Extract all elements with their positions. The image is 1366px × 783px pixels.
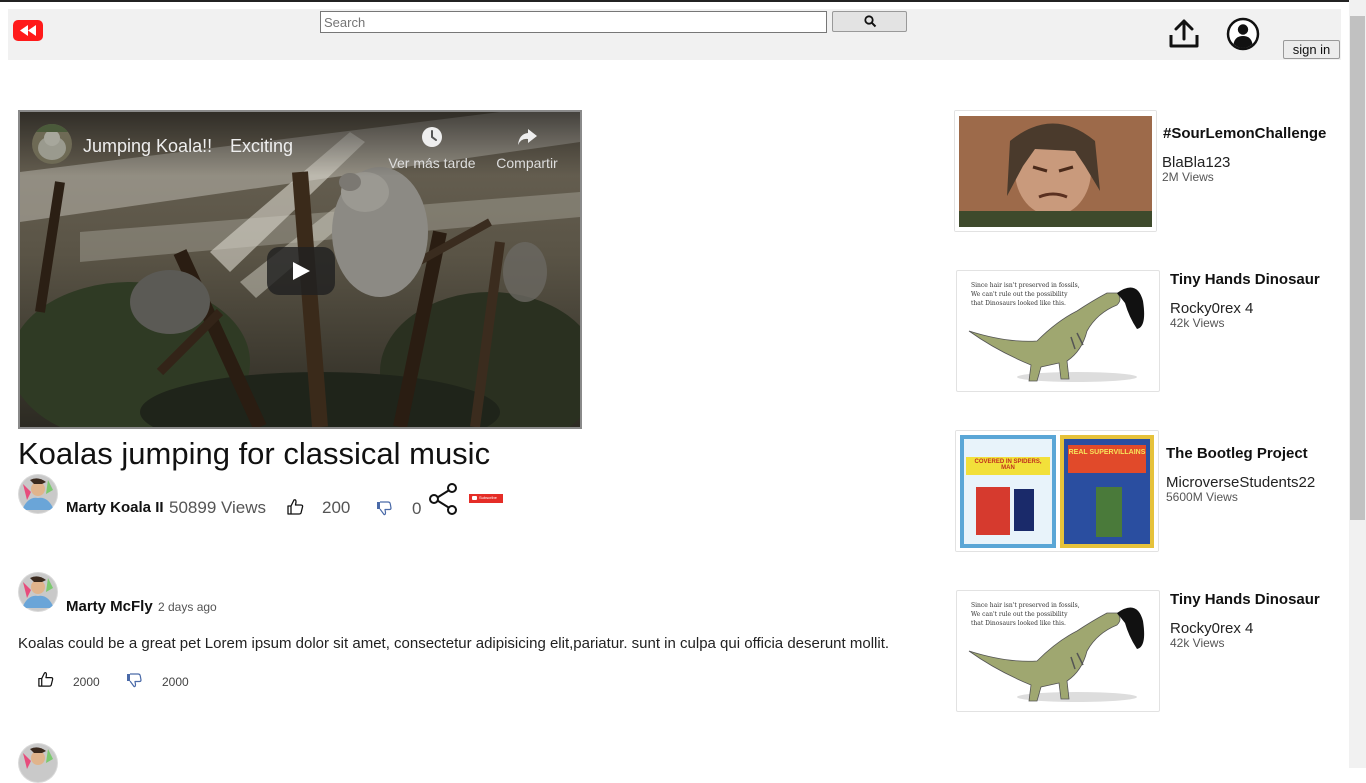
recommendation-thumbnail[interactable] <box>954 110 1157 232</box>
subscribe-button[interactable]: Subscribe <box>469 494 503 503</box>
upload-icon[interactable] <box>1168 18 1200 50</box>
toy-label-left: COVERED IN SPIDERS, MAN <box>974 459 1042 471</box>
clock-icon <box>422 127 442 147</box>
account-circle-icon[interactable] <box>1226 17 1260 51</box>
recommendation-channel[interactable]: MicroverseStudents22 <box>1166 474 1315 491</box>
recommendation-views: 5600M Views <box>1166 490 1238 504</box>
watch-later-button[interactable]: Ver más tarde <box>386 126 478 171</box>
thumbs-down-icon[interactable] <box>376 500 392 516</box>
dinosaur-caption: Since hair isn't preserved in fossils, W… <box>971 282 1080 307</box>
player-video-title[interactable]: Jumping Koala!! <box>83 136 212 157</box>
watch-later-label: Ver más tarde <box>388 155 476 171</box>
dislike-count: 0 <box>412 499 422 518</box>
window-top-border <box>0 0 1366 2</box>
owner-avatar[interactable] <box>18 474 58 514</box>
share-arrow-icon <box>518 129 537 145</box>
like-count: 200 <box>322 498 351 517</box>
video-player[interactable]: Jumping Koala!! Exciting Ver más tarde C… <box>18 110 582 429</box>
recommendation-title[interactable]: The Bootleg Project <box>1166 445 1308 462</box>
recommendation-title[interactable]: #SourLemonChallenge <box>1163 125 1326 142</box>
comment-timestamp: 2 days ago <box>158 600 217 614</box>
share-icon[interactable] <box>428 483 458 515</box>
recommendation-thumbnail[interactable]: Since hair isn't preserved in fossils, W… <box>956 270 1160 392</box>
player-video-title-continued[interactable]: Exciting <box>230 136 293 157</box>
player-channel-avatar[interactable] <box>32 124 72 164</box>
comment-like-count: 2000 <box>73 675 100 689</box>
youtube-icon <box>472 496 477 500</box>
toy-label-right: REAL SUPERVILLAINS <box>1068 449 1146 456</box>
sign-in-button[interactable]: sign in <box>1283 40 1340 59</box>
thumbs-up-icon[interactable] <box>286 498 304 516</box>
comment-author[interactable]: Marty McFly <box>66 598 153 615</box>
video-title: Koalas jumping for classical music <box>18 436 491 471</box>
recommendation-channel[interactable]: BlaBla123 <box>1162 154 1230 171</box>
recommendation-views: 42k Views <box>1170 636 1225 650</box>
recommendation-title[interactable]: Tiny Hands Dinosaur <box>1170 591 1320 608</box>
recommendation-channel[interactable]: Rocky0rex 4 <box>1170 620 1253 637</box>
comment-avatar-next[interactable] <box>18 743 58 783</box>
comment-thumbs-down-icon[interactable] <box>126 672 142 688</box>
vertical-scrollbar[interactable] <box>1349 0 1366 768</box>
player-share-button[interactable]: Compartir <box>490 126 564 171</box>
recommendation-thumbnail[interactable]: COVERED IN SPIDERS, MAN REAL SUPERVILLAI… <box>955 430 1159 552</box>
owner-name[interactable]: Marty Koala II <box>66 499 164 516</box>
recommendation-thumbnail[interactable]: Since hair isn't preserved in fossils, W… <box>956 590 1160 712</box>
views-count: 50899 Views <box>169 498 267 517</box>
search-icon <box>864 15 877 28</box>
search-button[interactable] <box>832 11 907 32</box>
comment-thumbs-up-icon[interactable] <box>37 671 54 688</box>
play-button[interactable] <box>267 247 335 295</box>
recommendation-views: 2M Views <box>1162 170 1214 184</box>
recommendation-channel[interactable]: Rocky0rex 4 <box>1170 300 1253 317</box>
comment-dislike-count: 2000 <box>162 675 189 689</box>
player-share-label: Compartir <box>496 155 558 171</box>
scrollbar-thumb[interactable] <box>1350 16 1365 520</box>
recommendation-title[interactable]: Tiny Hands Dinosaur <box>1170 271 1320 288</box>
recommendation-views: 42k Views <box>1170 316 1225 330</box>
dinosaur-caption: Since hair isn't preserved in fossils, W… <box>971 602 1080 627</box>
play-icon <box>293 262 310 280</box>
comment-avatar[interactable] <box>18 572 58 612</box>
logo-rewind-icon[interactable] <box>13 20 43 41</box>
search-input[interactable] <box>320 11 827 33</box>
subscribe-label: Subscribe <box>479 495 497 500</box>
comment-text: Koalas could be a great pet Lorem ipsum … <box>18 635 890 652</box>
